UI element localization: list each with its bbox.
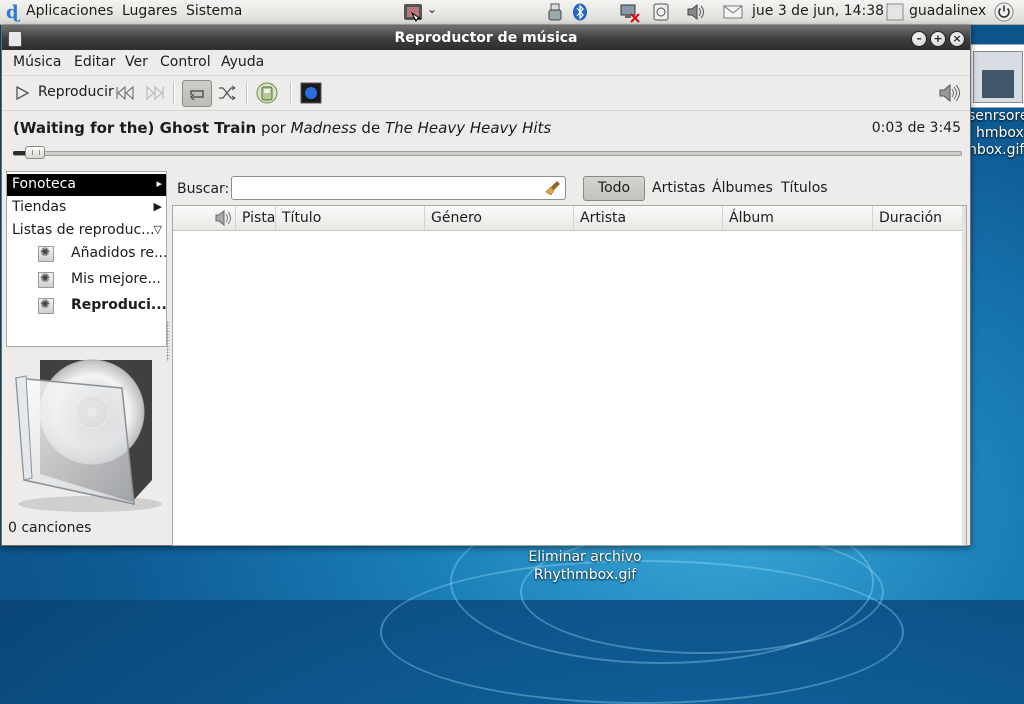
next-icon[interactable]: [144, 85, 166, 111]
chevron-down-icon: ▽: [153, 223, 162, 236]
volume-icon[interactable]: [686, 3, 706, 21]
volume-icon[interactable]: [938, 83, 962, 109]
smart-playlist-icon: [38, 297, 54, 314]
sidebar-item-label: Listas de reproduc...: [12, 222, 155, 238]
minimize-icon[interactable]: –: [911, 31, 927, 47]
smart-playlist-icon: [38, 271, 54, 288]
shuffle-icon[interactable]: [217, 84, 237, 110]
filter-titulos-button[interactable]: Títulos: [781, 176, 828, 201]
album-art-cd-icon: [15, 359, 162, 512]
mail-icon[interactable]: [723, 5, 743, 19]
menu-editar[interactable]: Editar: [74, 54, 115, 70]
menubar: Música Editar Ver Control Ayuda: [2, 50, 970, 74]
window-titlebar[interactable]: Reproductor de música – + ×: [2, 26, 970, 50]
column-header-titulo[interactable]: Título: [275, 206, 424, 230]
menu-lugares[interactable]: Lugares: [122, 3, 177, 19]
sidebar-item-listas[interactable]: Listas de reproduc... ▽: [7, 220, 166, 242]
desktop-label-2: hmbox.g: [976, 125, 1024, 141]
rhythmbox-window: Reproductor de música – + × Música Edita…: [1, 25, 971, 546]
clear-search-icon[interactable]: [545, 180, 561, 196]
maximize-icon[interactable]: +: [930, 31, 946, 47]
playlist-item[interactable]: Añadidos re...: [71, 245, 167, 261]
repeat-icon: [189, 90, 204, 101]
song-artist: Madness: [290, 119, 357, 137]
sidebar-item-fonoteca[interactable]: Fonoteca ▸: [7, 174, 166, 196]
now-playing: (Waiting for the) Ghost Train por Madnes…: [13, 119, 551, 137]
desktop-label-3: nbox.gif: [968, 142, 1024, 158]
power-icon[interactable]: [994, 2, 1014, 22]
menu-ver[interactable]: Ver: [125, 54, 148, 70]
track-list-header: Pista Título Género Artista Álbum Duraci…: [173, 206, 966, 231]
seek-bar[interactable]: [13, 151, 962, 156]
playlist-item[interactable]: Mis mejore...: [71, 271, 161, 287]
filter-todo-button[interactable]: Todo: [583, 176, 645, 201]
playlist-item[interactable]: Reproduci...: [71, 297, 167, 313]
seek-handle[interactable]: [25, 146, 45, 159]
drive-icon[interactable]: [652, 3, 670, 21]
column-header-pista[interactable]: Pista: [235, 206, 277, 230]
play-icon: [16, 85, 30, 101]
speaker-icon: [215, 210, 231, 226]
column-header-genero[interactable]: Género: [424, 206, 573, 230]
repeat-button[interactable]: [182, 80, 212, 107]
filter-albumes-button[interactable]: Álbumes: [712, 176, 773, 201]
sidebar-item-label: Fonoteca: [12, 176, 76, 192]
toolbar: Reproducir: [2, 75, 970, 111]
play-button[interactable]: Reproducir: [10, 80, 114, 106]
status-bar: 0 canciones: [8, 520, 92, 536]
search-label: Buscar:: [177, 181, 230, 197]
song-title: (Waiting for the) Ghost Train: [13, 119, 257, 137]
chevron-right-icon: ▸: [156, 177, 162, 190]
desktop-label-1: senrsore: [968, 108, 1024, 124]
toolbar-separator: [246, 82, 248, 104]
clock[interactable]: jue 3 de jun, 14:38: [752, 3, 884, 19]
distro-logo-icon[interactable]: ɖ: [6, 2, 20, 23]
by-word: por: [260, 119, 286, 137]
rhythmbox-tray-icon[interactable]: [402, 1, 424, 23]
of-word: de: [361, 119, 381, 137]
visualization-icon[interactable]: [300, 82, 322, 108]
top-panel: ɖ Aplicaciones Lugares Sistema ⌄ jue 3 d…: [0, 0, 1024, 25]
network-icon[interactable]: [619, 3, 641, 23]
chevron-right-icon: ▶: [153, 200, 162, 213]
toolbar-separator: [290, 82, 292, 104]
track-list[interactable]: Pista Título Género Artista Álbum Duraci…: [172, 205, 967, 546]
song-album: The Heavy Heavy Hits: [384, 119, 552, 137]
window-title: Reproductor de música: [394, 30, 578, 46]
previous-icon[interactable]: [114, 85, 136, 111]
column-header-status[interactable]: [173, 206, 207, 230]
desktop-file-thumbnail[interactable]: [968, 44, 1024, 108]
menu-ayuda[interactable]: Ayuda: [221, 54, 264, 70]
user-icon[interactable]: [886, 3, 904, 21]
user-name[interactable]: guadalinex: [909, 3, 986, 19]
search-input[interactable]: [231, 176, 566, 200]
menu-aplicaciones[interactable]: Aplicaciones: [26, 3, 113, 19]
column-header-playing[interactable]: [207, 206, 235, 230]
filter-artistas-button[interactable]: Artistas: [652, 176, 705, 201]
column-header-artista[interactable]: Artista: [573, 206, 722, 230]
column-header-duracion[interactable]: Duración: [872, 206, 962, 230]
sidebar-item-label: Tiendas: [12, 199, 67, 215]
menu-sistema[interactable]: Sistema: [186, 3, 242, 19]
toolbar-separator: [173, 82, 175, 104]
sidebar-item-tiendas[interactable]: Tiendas ▶: [7, 197, 166, 219]
desktop-file-label[interactable]: Eliminar archivo Rhythmbox.gif: [520, 548, 650, 584]
source-list: Fonoteca ▸ Tiendas ▶ Listas de reproduc.…: [6, 171, 167, 347]
menu-musica[interactable]: Música: [13, 54, 61, 70]
bluetooth-icon[interactable]: [571, 3, 589, 21]
column-header-album[interactable]: Álbum: [722, 206, 872, 230]
vertical-scrollbar[interactable]: [962, 206, 966, 545]
usb-drive-icon[interactable]: [548, 3, 562, 21]
time-position: 0:03 de 3:45: [871, 120, 961, 136]
pane-resize-handle[interactable]: [166, 321, 170, 361]
chevron-down-icon[interactable]: ⌄: [427, 2, 437, 16]
menu-control[interactable]: Control: [160, 54, 211, 70]
close-icon[interactable]: ×: [949, 31, 965, 47]
ipod-device-icon[interactable]: [256, 82, 278, 108]
smart-playlist-icon: [38, 245, 54, 262]
play-label: Reproducir: [38, 84, 114, 100]
